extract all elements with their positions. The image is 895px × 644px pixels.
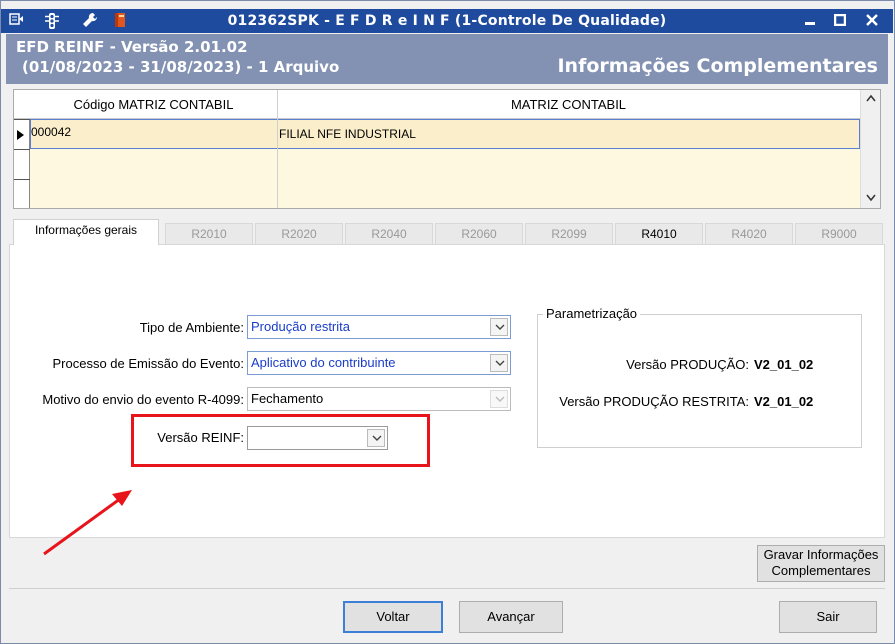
versao-producao-restrita-value: V2_01_02 <box>754 394 814 409</box>
tab-r2020[interactable]: R2020 <box>255 223 343 245</box>
table-row-empty[interactable] <box>30 149 860 179</box>
current-row-pointer-icon <box>17 130 24 140</box>
motivo-envio-value: Fechamento <box>251 391 324 406</box>
processo-emissao-value: Aplicativo do contribuinte <box>251 355 396 370</box>
tab-informacoes-gerais[interactable]: Informações gerais <box>13 219 159 245</box>
column-header-codigo[interactable]: Código MATRIZ CONTABIL <box>30 90 277 119</box>
highlight-box <box>131 414 430 467</box>
motivo-envio-label: Motivo do envio do evento R-4099: <box>42 392 244 407</box>
scroll-up-icon[interactable] <box>861 93 881 105</box>
maximize-icon <box>833 13 847 27</box>
vertical-scrollbar[interactable] <box>860 90 880 208</box>
tab-strip: Informações gerais R2010 R2020 R2040 R20… <box>13 219 885 245</box>
processo-emissao-label: Processo de Emissão do Evento: <box>52 356 245 371</box>
parametrizacao-group: Parametrização <box>537 306 862 448</box>
header-band: EFD REINF - Versão 2.01.02 (01/08/2023 -… <box>6 34 888 84</box>
chevron-down-icon[interactable] <box>490 354 508 372</box>
versao-producao-restrita-label: Versão PRODUÇÃO RESTRITA: <box>559 394 749 409</box>
sair-label: Sair <box>816 609 840 624</box>
motivo-envio-select: Fechamento <box>247 387 511 411</box>
scroll-down-icon[interactable] <box>861 193 881 205</box>
tab-r2010[interactable]: R2010 <box>165 223 253 245</box>
title-bar: 012362SPK - E F D R e I N F (1-Controle … <box>1 9 893 33</box>
tab-r2040[interactable]: R2040 <box>345 223 433 245</box>
close-button[interactable] <box>859 11 885 31</box>
cell-matriz: FILIAL NFE INDUSTRIAL <box>279 127 416 141</box>
avancar-button[interactable]: Avançar <box>459 601 563 633</box>
voltar-button[interactable]: Voltar <box>343 601 443 633</box>
grid-header: Código MATRIZ CONTABIL MATRIZ CONTABIL <box>14 90 860 119</box>
matriz-grid: Código MATRIZ CONTABIL MATRIZ CONTABIL 0… <box>13 89 881 209</box>
parametrizacao-title: Parametrização <box>543 306 641 321</box>
window-title: 012362SPK - E F D R e I N F (1-Controle … <box>227 13 667 29</box>
minimize-icon <box>805 22 815 25</box>
tab-r9000[interactable]: R9000 <box>795 223 883 245</box>
tipo-ambiente-label: Tipo de Ambiente: <box>139 320 244 335</box>
versao-producao-label: Versão PRODUÇÃO: <box>626 357 749 372</box>
chevron-down-icon <box>490 390 508 408</box>
maximize-button[interactable] <box>827 11 853 31</box>
avancar-label: Avançar <box>487 609 535 624</box>
close-icon <box>866 14 878 26</box>
sair-button[interactable]: Sair <box>779 601 877 633</box>
tab-r4020[interactable]: R4020 <box>705 223 793 245</box>
red-arrow-icon <box>43 490 132 556</box>
table-row-empty[interactable] <box>30 179 860 208</box>
tipo-ambiente-select[interactable]: Produção restrita <box>247 315 511 339</box>
tipo-ambiente-value: Produção restrita <box>251 319 350 334</box>
chevron-down-icon[interactable] <box>490 318 508 336</box>
gravar-informacoes-button[interactable]: Gravar Informações Complementares <box>757 545 885 582</box>
versao-producao-value: V2_01_02 <box>754 357 814 372</box>
table-row[interactable]: 000042 FILIAL NFE INDUSTRIAL <box>30 119 860 149</box>
tab-r2060[interactable]: R2060 <box>435 223 523 245</box>
page-title: Informações Complementares <box>557 55 878 77</box>
processo-emissao-select[interactable]: Aplicativo do contribuinte <box>247 351 511 375</box>
tab-r2099[interactable]: R2099 <box>525 223 613 245</box>
gravar-label-line2: Complementares <box>771 563 871 578</box>
tab-r4010[interactable]: R4010 <box>615 223 703 245</box>
gravar-label-line1: Gravar Informações <box>763 547 879 562</box>
cell-codigo: 000042 <box>31 125 72 139</box>
footer-divider <box>9 588 885 589</box>
minimize-button[interactable] <box>797 11 823 31</box>
period-subtitle: (01/08/2023 - 31/08/2023) - 1 Arquivo <box>22 58 340 76</box>
voltar-label: Voltar <box>376 609 410 624</box>
column-header-matriz[interactable]: MATRIZ CONTABIL <box>277 90 860 119</box>
version-title: EFD REINF - Versão 2.01.02 <box>16 38 248 56</box>
